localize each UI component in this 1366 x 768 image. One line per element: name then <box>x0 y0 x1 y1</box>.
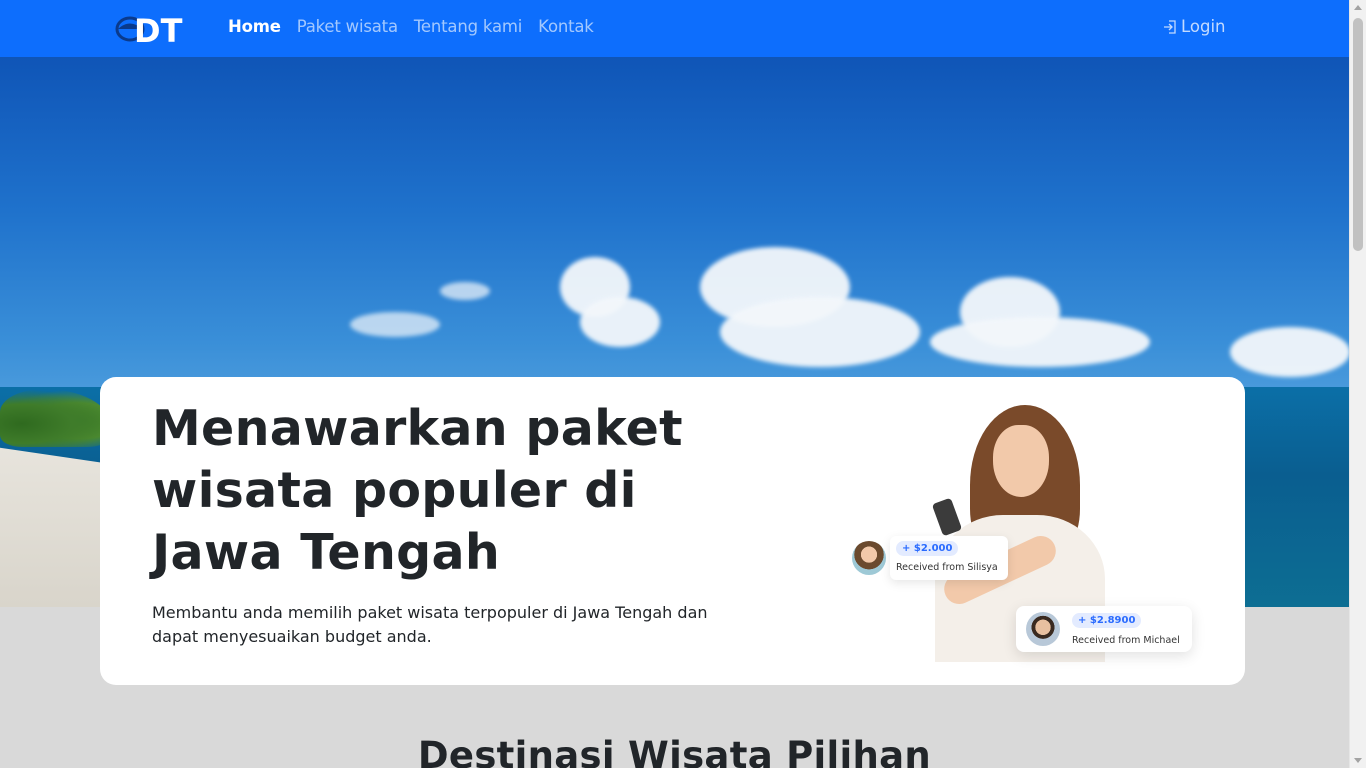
face <box>993 425 1049 497</box>
phone-icon <box>931 497 963 537</box>
cloud <box>440 282 490 300</box>
cloud <box>930 317 1150 367</box>
login-icon <box>1164 19 1176 34</box>
hero-title: Menawarkan paket wisata populer di Jawa … <box>152 398 712 584</box>
receipt-amount: + $2.000 <box>896 541 959 556</box>
receipt-label: Received from Michael <box>1072 635 1180 646</box>
cloud <box>580 297 660 347</box>
hero-title-line: Jawa Tengah <box>152 524 501 581</box>
section-title: Destinasi Wisata Pilihan <box>417 734 932 768</box>
nav-links: Home Paket wisata Tentang kami Kontak <box>228 17 594 36</box>
nav-link-tentang-kami[interactable]: Tentang kami <box>414 17 522 36</box>
logo-text: DT <box>134 12 183 46</box>
logo[interactable]: DT <box>114 12 190 46</box>
login-button[interactable]: Login <box>1162 17 1226 36</box>
hero-description: Membantu anda memilih paket wisata terpo… <box>152 603 708 646</box>
receipt-label: Received from Silisya <box>896 562 998 573</box>
nav-link-kontak[interactable]: Kontak <box>538 17 594 36</box>
hero-title-line: wisata populer di <box>152 462 637 519</box>
avatar <box>1026 612 1060 646</box>
scroll-down-icon[interactable] <box>1354 758 1362 763</box>
nav-link-paket-wisata[interactable]: Paket wisata <box>297 17 398 36</box>
cloud <box>1230 327 1349 377</box>
receipt-card: + $2.8900 Received from Michael <box>1016 606 1192 652</box>
receipt-amount: + $2.8900 <box>1072 613 1142 628</box>
page-scrollbar[interactable] <box>1349 0 1366 768</box>
cloud <box>350 312 440 337</box>
top-navbar: DT Home Paket wisata Tentang kami Kontak… <box>0 0 1349 57</box>
login-label: Login <box>1181 17 1226 36</box>
cloud <box>720 297 920 367</box>
scroll-up-icon[interactable] <box>1354 5 1362 10</box>
avatar <box>852 541 886 575</box>
scroll-thumb[interactable] <box>1353 18 1363 251</box>
receipt-card: + $2.000 Received from Silisya <box>850 536 1010 580</box>
hero-title-line: Menawarkan paket <box>152 400 683 457</box>
nav-link-home[interactable]: Home <box>228 17 281 36</box>
